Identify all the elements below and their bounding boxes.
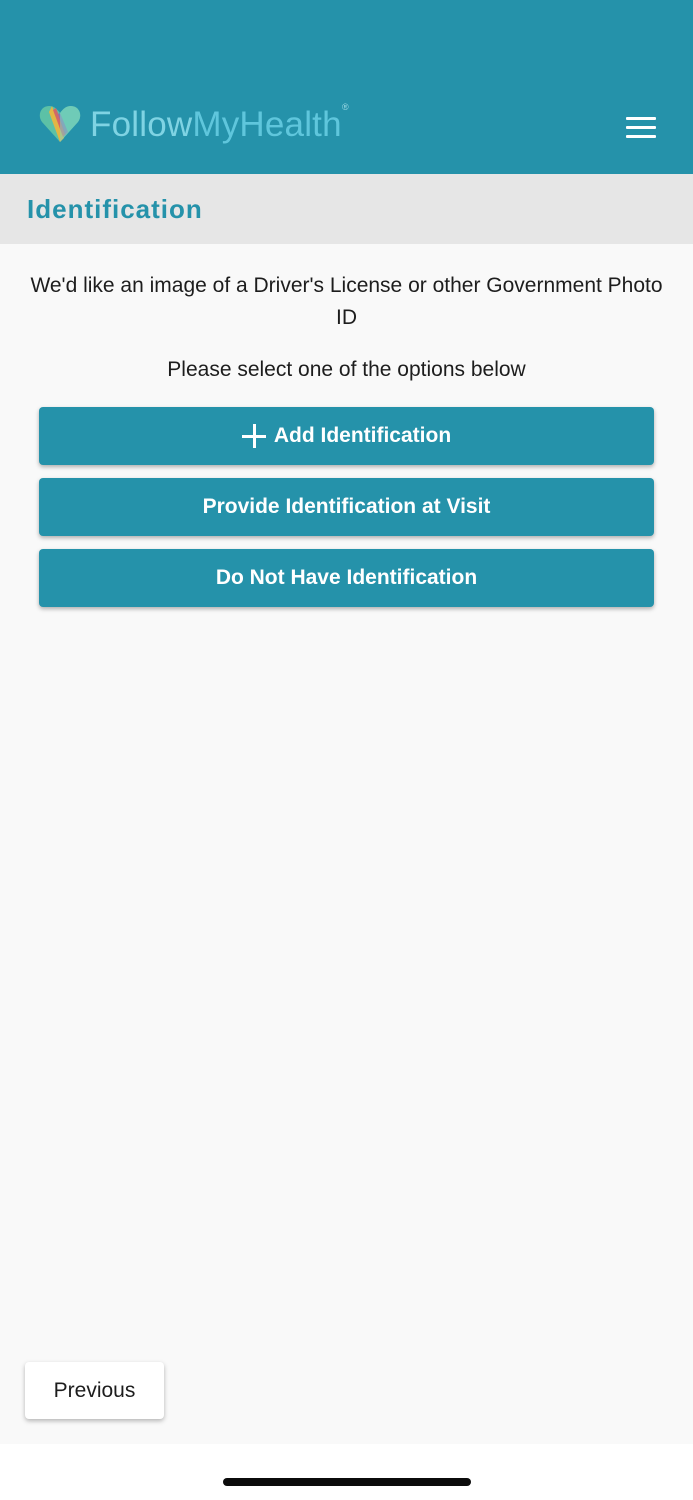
menu-line-top (626, 117, 656, 120)
logo-wordmark: FollowMyHealth ® (90, 102, 349, 144)
top-app-bar: FollowMyHealth ® (0, 0, 693, 174)
followmyhealth-logo: FollowMyHealth ® (38, 100, 349, 148)
provide-identification-at-visit-button[interactable]: Provide Identification at Visit (39, 478, 654, 536)
plus-icon (241, 424, 266, 448)
section-header: Identification (0, 174, 693, 244)
instruction-text: Please select one of the options below (167, 358, 526, 381)
main-content: We'd like an image of a Driver's License… (0, 244, 693, 1444)
provide-at-visit-label: Provide Identification at Visit (202, 495, 491, 518)
registered-mark: ® (341, 101, 349, 112)
heart-logo-icon (39, 106, 81, 142)
do-not-have-identification-label: Do Not Have Identification (215, 566, 478, 589)
previous-button[interactable]: Previous (25, 1362, 164, 1419)
menu-line-middle (626, 126, 656, 129)
do-not-have-identification-button[interactable]: Do Not Have Identification (39, 549, 654, 607)
logo-wordmark-myhealth: MyHealth (192, 104, 342, 144)
logo-wordmark-follow: Follow (90, 104, 193, 144)
add-identification-label: Add Identification (273, 424, 452, 447)
home-indicator[interactable] (223, 1478, 471, 1486)
hamburger-menu-icon[interactable] (614, 112, 656, 144)
app-screen: FollowMyHealth ® Identification We'd like… (0, 0, 693, 1500)
add-identification-button[interactable]: Add Identification (39, 407, 654, 465)
page-title: Identification (27, 194, 203, 224)
previous-label: Previous (53, 1378, 136, 1402)
intro-text: We'd like an image of a Driver's License… (30, 274, 663, 329)
menu-line-bottom (626, 135, 656, 138)
